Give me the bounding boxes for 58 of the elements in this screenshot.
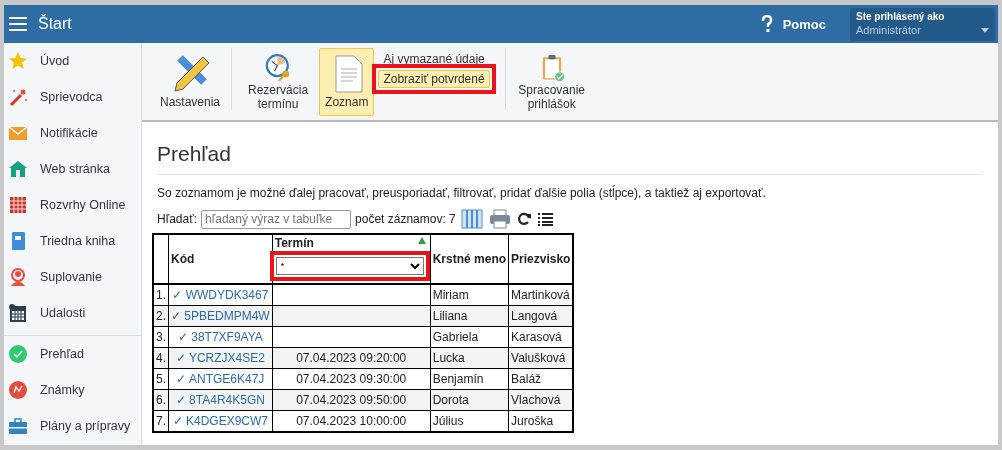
row-number: 6.	[153, 389, 169, 411]
table-cell: Benjamín	[430, 368, 509, 390]
house-icon	[8, 159, 28, 179]
calendar-icon	[8, 303, 28, 323]
row-number: 1.	[153, 284, 169, 306]
filter-dropdown[interactable]: *	[275, 257, 424, 275]
wand-icon	[8, 87, 28, 107]
help-button[interactable]: Pomoc	[754, 14, 832, 34]
ribbon-button[interactable]: Nastavenia	[154, 48, 227, 116]
record-count: počet záznamov: 7	[355, 212, 456, 226]
caret-icon	[981, 27, 989, 33]
columns-icon[interactable]	[460, 209, 483, 229]
menu-icon	[8, 16, 28, 32]
description-text: So zoznamom je možné ďalej pracovať, preusporiadať, filtrovať, pridať ďalšie polia (stĺpce), a taktiež aj exportovať.	[157, 186, 767, 200]
page-title: Prehľad	[157, 142, 983, 175]
sidebar-item[interactable]: Web stránka	[4, 151, 141, 187]
row-number: 2.	[153, 305, 169, 327]
ribbon-option[interactable]: Zobraziť potvrdené	[378, 70, 490, 88]
sort-arrow-icon	[417, 237, 426, 244]
list-icon[interactable]	[536, 212, 553, 226]
timetable-icon	[8, 195, 28, 215]
sidebar-item[interactable]: Sprievodca	[4, 79, 141, 115]
star-icon	[8, 51, 28, 71]
table-cell: 07.04.2023 09:30:00	[272, 368, 431, 390]
sidebar-item[interactable]: Plány a prípravy	[4, 408, 141, 444]
page-heading: Štart	[38, 15, 72, 33]
sidebar-item[interactable]: Prehľad	[4, 336, 141, 372]
table-cell: Miriam	[430, 284, 509, 306]
check-circle-icon	[8, 344, 28, 364]
table-cell: Gabriela	[430, 326, 509, 348]
column-header[interactable]: Termín	[274, 236, 430, 250]
ribbon-button[interactable]: Zoznam	[319, 48, 375, 116]
help-icon	[760, 15, 773, 33]
code-link[interactable]: ✓ 38T7XF9AYA	[168, 326, 273, 348]
print-icon[interactable]	[488, 209, 511, 229]
sidebar-item[interactable]: Známky	[4, 372, 141, 408]
sidebar-item[interactable]: Suplovanie	[4, 259, 141, 295]
user-menu[interactable]: Ste prihlásený ako Administrátor	[850, 7, 995, 41]
sidebar-item[interactable]: Triedna kniha	[4, 223, 141, 259]
sidebar-item[interactable]: Udalosti	[4, 295, 141, 331]
table-cell: Július	[430, 410, 509, 432]
search-label: Hľadať:	[157, 212, 198, 226]
sidebar-item[interactable]: Rozvrhy Online	[4, 187, 141, 223]
code-link[interactable]: ✓ ANTGE6K47J	[168, 368, 273, 390]
row-number: 3.	[153, 326, 169, 348]
row-number: 4.	[153, 347, 169, 369]
row-number: 5.	[153, 368, 169, 390]
row-number: 7.	[153, 410, 169, 432]
code-link[interactable]: ✓ WWDYDK3467	[168, 284, 273, 306]
grade-icon	[8, 380, 28, 400]
sidebar-item[interactable]: Úvod	[4, 43, 141, 79]
refresh-icon[interactable]	[516, 212, 531, 226]
briefcase-icon	[8, 416, 28, 436]
sidebar-item[interactable]: Notifikácie	[4, 115, 141, 151]
search-field[interactable]: hľadaný výraz v tabuľke	[201, 209, 352, 229]
ribbon-button[interactable]: Spracovanie prihlášok	[510, 48, 593, 116]
person-icon	[8, 267, 28, 287]
ribbon-button[interactable]: Rezervácia termínu	[237, 48, 320, 116]
